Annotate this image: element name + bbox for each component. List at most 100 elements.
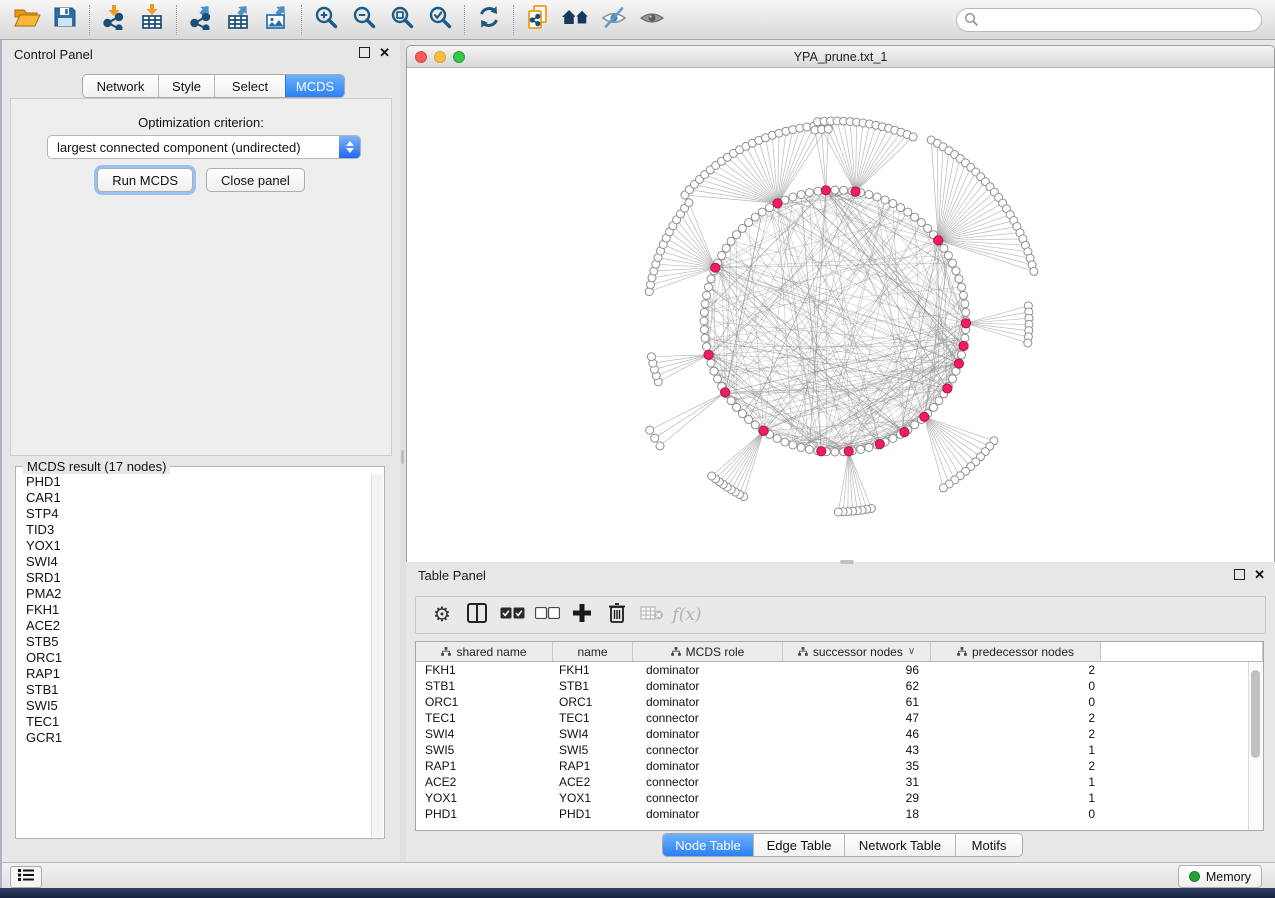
network-node[interactable] xyxy=(955,275,963,283)
table-scrollbar[interactable] xyxy=(1248,662,1263,830)
mcds-result-item[interactable]: STB1 xyxy=(17,682,371,698)
column-header-mcds-role[interactable]: MCDS role xyxy=(633,642,783,661)
mcds-result-item[interactable]: STB5 xyxy=(17,634,371,650)
table-row[interactable]: SWI4SWI4dominator462 xyxy=(416,726,1263,742)
network-node[interactable] xyxy=(751,421,759,429)
mcds-hub-node[interactable] xyxy=(711,263,720,272)
mcds-hub-node[interactable] xyxy=(900,428,909,437)
network-node[interactable] xyxy=(949,375,957,383)
first-neighbors-button[interactable] xyxy=(557,3,595,37)
table-row[interactable]: ORC1ORC1dominator610 xyxy=(416,694,1263,710)
table-row[interactable]: FKH1FKH1dominator962 xyxy=(416,662,1263,678)
network-node[interactable] xyxy=(865,191,873,199)
search-input[interactable] xyxy=(956,8,1262,32)
network-node[interactable] xyxy=(805,189,813,197)
network-node[interactable] xyxy=(958,283,966,291)
network-file-button[interactable] xyxy=(519,3,557,37)
network-node[interactable] xyxy=(911,421,919,429)
close-panel-icon[interactable]: ✕ xyxy=(1254,569,1265,580)
network-leaf-node[interactable] xyxy=(1024,339,1032,347)
hide-selected-button[interactable] xyxy=(595,3,633,37)
table-row[interactable]: ACE2ACE2connector311 xyxy=(416,774,1263,790)
mcds-result-item[interactable]: FKH1 xyxy=(17,602,371,618)
select-all-columns-button[interactable] xyxy=(499,602,525,628)
network-canvas[interactable] xyxy=(406,68,1275,562)
export-network-button[interactable] xyxy=(182,3,220,37)
network-node[interactable] xyxy=(944,252,952,260)
save-session-button[interactable] xyxy=(46,3,84,37)
network-node[interactable] xyxy=(917,219,925,227)
mcds-result-item[interactable]: STP4 xyxy=(17,506,371,522)
network-node[interactable] xyxy=(700,308,708,316)
show-columns-button[interactable] xyxy=(464,602,490,628)
show-all-button[interactable] xyxy=(633,3,671,37)
mcds-hub-node[interactable] xyxy=(851,187,860,196)
network-node[interactable] xyxy=(727,237,735,245)
network-node[interactable] xyxy=(930,403,938,411)
network-leaf-node[interactable] xyxy=(909,133,917,141)
export-image-button[interactable] xyxy=(258,3,296,37)
mcds-result-item[interactable]: SWI4 xyxy=(17,554,371,570)
create-column-button[interactable] xyxy=(569,602,595,628)
zoom-selected-button[interactable] xyxy=(421,3,459,37)
network-node[interactable] xyxy=(703,343,711,351)
network-node[interactable] xyxy=(714,375,722,383)
network-node[interactable] xyxy=(897,204,905,212)
network-node[interactable] xyxy=(703,291,711,299)
network-node[interactable] xyxy=(766,204,774,212)
network-leaf-node[interactable] xyxy=(685,199,693,207)
network-node[interactable] xyxy=(789,193,797,201)
mcds-result-item[interactable]: SRD1 xyxy=(17,570,371,586)
network-node[interactable] xyxy=(805,446,813,454)
network-leaf-node[interactable] xyxy=(651,434,659,442)
network-node[interactable] xyxy=(751,213,759,221)
network-node[interactable] xyxy=(949,259,957,267)
network-node[interactable] xyxy=(705,283,713,291)
network-node[interactable] xyxy=(758,208,766,216)
function-builder-button[interactable]: f(x) xyxy=(674,602,700,628)
table-settings-button[interactable]: ⚙ xyxy=(429,602,455,628)
network-node[interactable] xyxy=(904,208,912,216)
close-panel-button[interactable]: Close panel xyxy=(206,168,305,192)
export-table-button[interactable] xyxy=(220,3,258,37)
network-node[interactable] xyxy=(961,334,969,342)
mcds-hub-node[interactable] xyxy=(920,412,929,421)
network-node[interactable] xyxy=(962,308,970,316)
network-node[interactable] xyxy=(733,403,741,411)
network-node[interactable] xyxy=(701,334,709,342)
network-node[interactable] xyxy=(738,224,746,232)
tab-network[interactable]: Network xyxy=(83,75,158,97)
network-node[interactable] xyxy=(722,244,730,252)
float-panel-icon[interactable] xyxy=(1234,569,1245,580)
network-node[interactable] xyxy=(924,224,932,232)
network-node[interactable] xyxy=(745,416,753,424)
network-node[interactable] xyxy=(707,359,715,367)
scrollbar-thumb[interactable] xyxy=(1251,670,1260,758)
network-node[interactable] xyxy=(727,397,735,405)
network-node[interactable] xyxy=(889,200,897,208)
column-header-successor-nodes[interactable]: successor nodes∨ xyxy=(783,642,931,661)
table-row[interactable]: TEC1TEC1connector472 xyxy=(416,710,1263,726)
delete-columns-button[interactable] xyxy=(604,602,630,628)
table-row[interactable]: STB1STB1dominator620 xyxy=(416,678,1263,694)
network-node[interactable] xyxy=(840,186,848,194)
network-node[interactable] xyxy=(797,444,805,452)
network-node[interactable] xyxy=(701,300,709,308)
table-row[interactable]: YOX1YOX1connector291 xyxy=(416,790,1263,806)
tab-style[interactable]: Style xyxy=(158,75,214,97)
mcds-result-item[interactable]: ACE2 xyxy=(17,618,371,634)
network-node[interactable] xyxy=(911,213,919,221)
import-network-button[interactable] xyxy=(95,3,133,37)
zoom-out-button[interactable] xyxy=(345,3,383,37)
mcds-hub-node[interactable] xyxy=(773,199,782,208)
mcds-hub-node[interactable] xyxy=(759,426,768,435)
network-node[interactable] xyxy=(958,351,966,359)
network-leaf-node[interactable] xyxy=(939,484,947,492)
network-node[interactable] xyxy=(935,397,943,405)
network-node[interactable] xyxy=(857,446,865,454)
network-leaf-node[interactable] xyxy=(708,472,716,480)
tab-network-table[interactable]: Network Table xyxy=(844,834,955,856)
network-leaf-node[interactable] xyxy=(646,426,654,434)
mcds-result-item[interactable]: CAR1 xyxy=(17,490,371,506)
network-node[interactable] xyxy=(773,435,781,443)
